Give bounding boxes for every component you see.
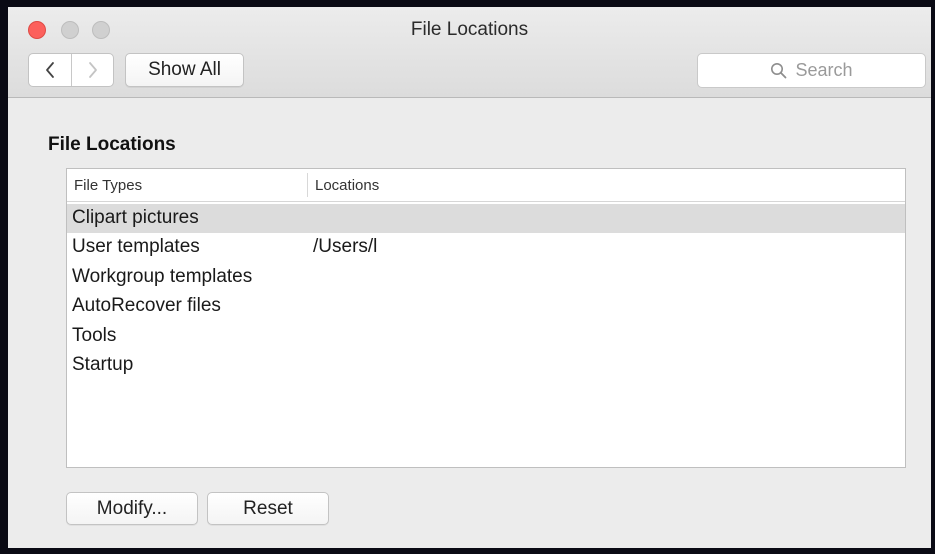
window-title: File Locations xyxy=(410,19,529,40)
section-title: File Locations xyxy=(48,134,176,155)
column-divider xyxy=(307,173,308,197)
title-bar: File Locations Show All Search xyxy=(8,7,931,98)
reset-button[interactable]: Reset xyxy=(207,492,329,525)
file-type-cell: Tools xyxy=(72,325,117,346)
navigation-buttons xyxy=(28,53,114,87)
forward-button[interactable] xyxy=(72,54,113,86)
show-all-button[interactable]: Show All xyxy=(125,53,244,87)
modify-button[interactable]: Modify... xyxy=(66,492,198,525)
back-button[interactable] xyxy=(29,54,72,86)
file-locations-table[interactable]: File Types Locations Clipart pictures Us… xyxy=(66,168,906,468)
magnifier-icon xyxy=(771,63,787,79)
table-row-startup[interactable]: Startup xyxy=(67,351,905,380)
file-type-cell: User templates xyxy=(72,236,200,257)
table-row-autorecover-files[interactable]: AutoRecover files xyxy=(67,292,905,321)
location-cell: /Users/l xyxy=(313,236,378,257)
table-row-tools[interactable]: Tools xyxy=(67,322,905,351)
column-header-file-types[interactable]: File Types xyxy=(74,177,142,194)
search-placeholder: Search xyxy=(795,60,853,80)
search-field[interactable]: Search xyxy=(697,53,926,88)
file-type-cell: Startup xyxy=(72,354,134,375)
chevron-left-icon xyxy=(46,62,54,78)
file-type-cell: AutoRecover files xyxy=(72,295,221,316)
column-header-locations[interactable]: Locations xyxy=(315,177,379,194)
file-type-cell: Workgroup templates xyxy=(72,266,253,287)
chevron-right-icon xyxy=(89,62,97,78)
table-header: File Types Locations xyxy=(67,169,905,202)
table-row-user-templates[interactable]: User templates /Users/l xyxy=(67,233,905,262)
table-row-workgroup-templates[interactable]: Workgroup templates xyxy=(67,263,905,292)
table-row-clipart-pictures[interactable]: Clipart pictures xyxy=(67,204,905,233)
file-type-cell: Clipart pictures xyxy=(72,207,199,228)
preferences-window: File Locations Show All Search File Loca… xyxy=(0,0,935,554)
